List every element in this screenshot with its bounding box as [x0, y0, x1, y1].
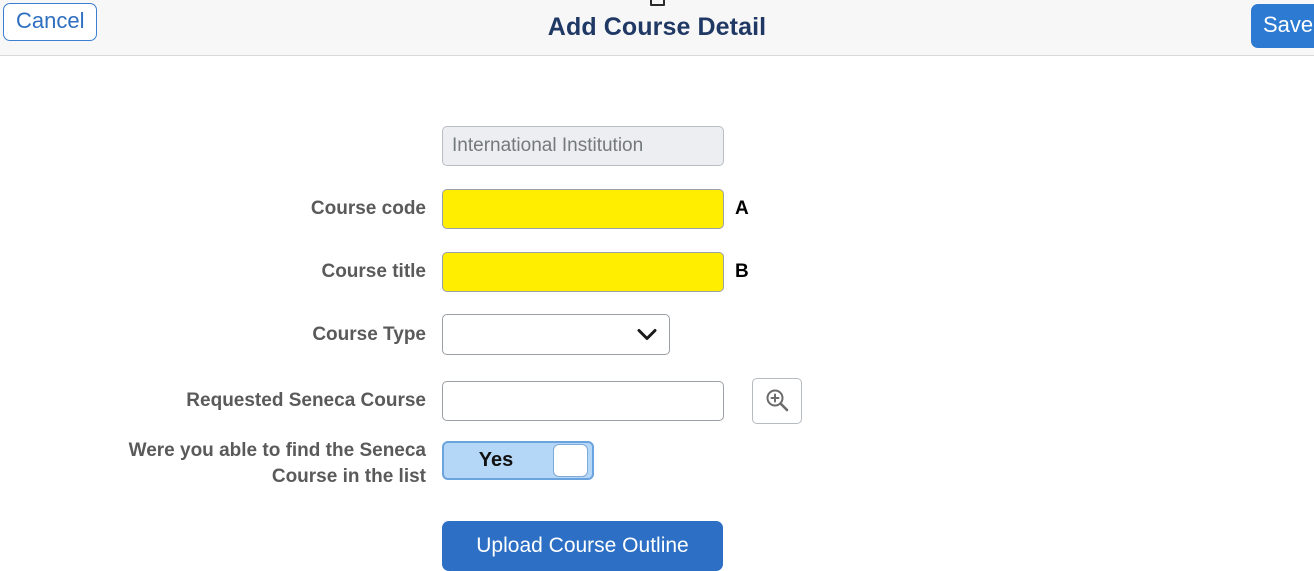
course-code-label: Course code — [310, 198, 426, 220]
upload-course-outline-button[interactable]: Upload Course Outline — [442, 521, 723, 571]
toggle-knob[interactable] — [553, 444, 588, 477]
course-title-row: Course title B — [0, 252, 780, 292]
institution-field — [442, 126, 724, 166]
found-course-toggle-state: Yes — [478, 449, 514, 471]
annotation-marker-a: A — [735, 198, 749, 219]
zoom-in-magnifier-icon — [764, 387, 790, 416]
found-course-label-line1: Were you able to find the Seneca — [128, 440, 426, 461]
requested-seneca-course-input[interactable] — [442, 381, 724, 421]
course-title-input[interactable] — [442, 252, 724, 292]
page-title: Add Course Detail — [547, 13, 767, 41]
requested-seneca-course-label: Requested Seneca Course — [186, 390, 426, 412]
institution-row — [442, 126, 724, 166]
course-type-select[interactable] — [442, 314, 670, 355]
course-code-input[interactable] — [442, 189, 724, 229]
course-type-label: Course Type — [312, 323, 426, 345]
course-title-label: Course title — [321, 261, 426, 283]
add-course-detail-screen: Cancel Add Course Detail Save Course cod… — [0, 0, 1314, 571]
header-bar: Cancel Add Course Detail Save — [0, 0, 1314, 56]
found-course-toggle-row: Were you able to find the Seneca Course … — [0, 437, 700, 489]
found-course-toggle[interactable]: Yes — [442, 441, 594, 480]
course-type-row: Course Type — [0, 314, 780, 355]
requested-seneca-course-row: Requested Seneca Course — [0, 378, 830, 424]
annotation-marker-b: B — [735, 261, 749, 282]
course-type-select-wrap — [442, 314, 670, 355]
course-search-button[interactable] — [752, 378, 802, 424]
save-button[interactable]: Save — [1251, 4, 1314, 49]
found-course-label-line2: Course in the list — [271, 465, 426, 487]
course-code-row: Course code A — [0, 189, 780, 229]
window-notch-icon — [650, 0, 665, 6]
found-course-label: Were you able to find the Seneca Course … — [0, 437, 426, 489]
